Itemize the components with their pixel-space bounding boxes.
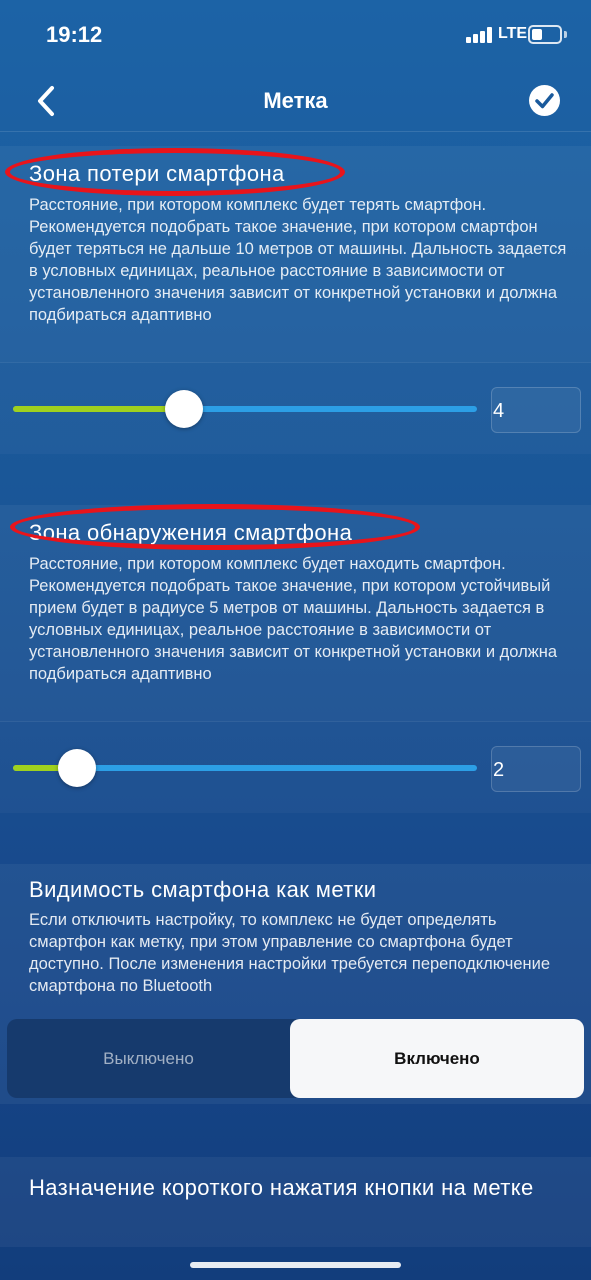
detection-zone-description: Расстояние, при котором комплекс будет н… <box>29 555 558 683</box>
segment-off-option[interactable]: Выключено <box>7 1019 290 1098</box>
confirm-button[interactable] <box>529 85 560 116</box>
short-press-title: Назначение короткого нажатия кнопки на м… <box>29 1175 534 1200</box>
status-time: 19:12 <box>46 22 103 47</box>
battery-icon <box>528 25 562 44</box>
checkmark-icon <box>535 93 554 109</box>
nav-bar: Метка <box>0 70 591 132</box>
loss-zone-slider-thumb[interactable] <box>165 390 203 428</box>
detection-zone-slider-thumb[interactable] <box>58 749 96 787</box>
short-press-section[interactable]: Назначение короткого нажатия кнопки на м… <box>0 1157 591 1247</box>
detection-zone-value-field[interactable]: 2 <box>491 746 581 792</box>
loss-zone-slider-fill <box>13 406 184 412</box>
status-bar: 19:12 LTE <box>0 0 591 70</box>
network-type: LTE <box>498 25 528 42</box>
detection-zone-title: Зона обнаружения смартфона <box>29 520 353 545</box>
loss-zone-title: Зона потери смартфона <box>29 161 285 186</box>
segment-on-option[interactable]: Включено <box>290 1019 584 1098</box>
detection-zone-slider-row: 2 <box>0 721 591 813</box>
detection-zone-section: Зона обнаружения смартфона Расстояние, п… <box>0 505 591 721</box>
home-indicator <box>190 1262 401 1268</box>
loss-zone-description: Расстояние, при котором комплекс будет т… <box>29 196 567 324</box>
loss-zone-slider-row: 4 <box>0 362 591 454</box>
visibility-title: Видимость смартфона как метки <box>29 877 377 902</box>
loss-zone-section: Зона потери смартфона Расстояние, при ко… <box>0 146 591 362</box>
page-title: Метка <box>263 88 328 113</box>
loss-zone-value-field[interactable]: 4 <box>491 387 581 433</box>
signal-icon <box>466 27 494 43</box>
battery-cap <box>564 31 567 38</box>
visibility-segmented-control: Выключено Включено <box>7 1019 584 1098</box>
visibility-description: Если отключить настройку, то комплекс не… <box>29 911 551 995</box>
loss-zone-slider-track[interactable] <box>13 406 477 412</box>
